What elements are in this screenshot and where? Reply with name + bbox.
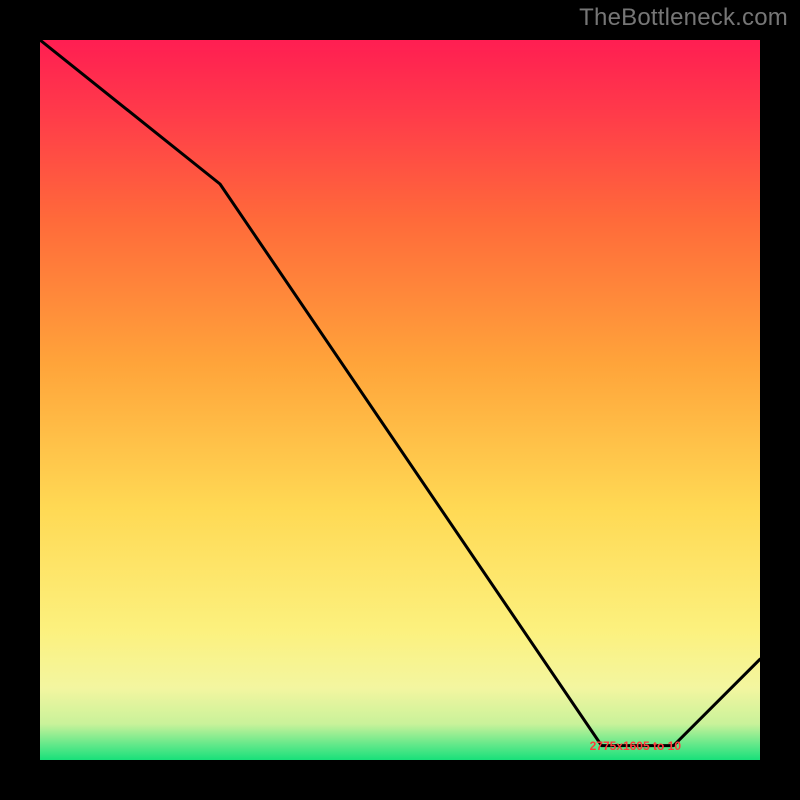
plot-area: 2775x1605 to 10 [40, 40, 760, 760]
watermark-text: TheBottleneck.com [579, 4, 788, 32]
chart-root: TheBottleneck.com 2775x1605 to 10 [0, 0, 800, 800]
resolution-annotation: 2775x1605 to 10 [590, 739, 681, 753]
gradient-background [40, 40, 760, 760]
bottleneck-chart [40, 40, 760, 760]
